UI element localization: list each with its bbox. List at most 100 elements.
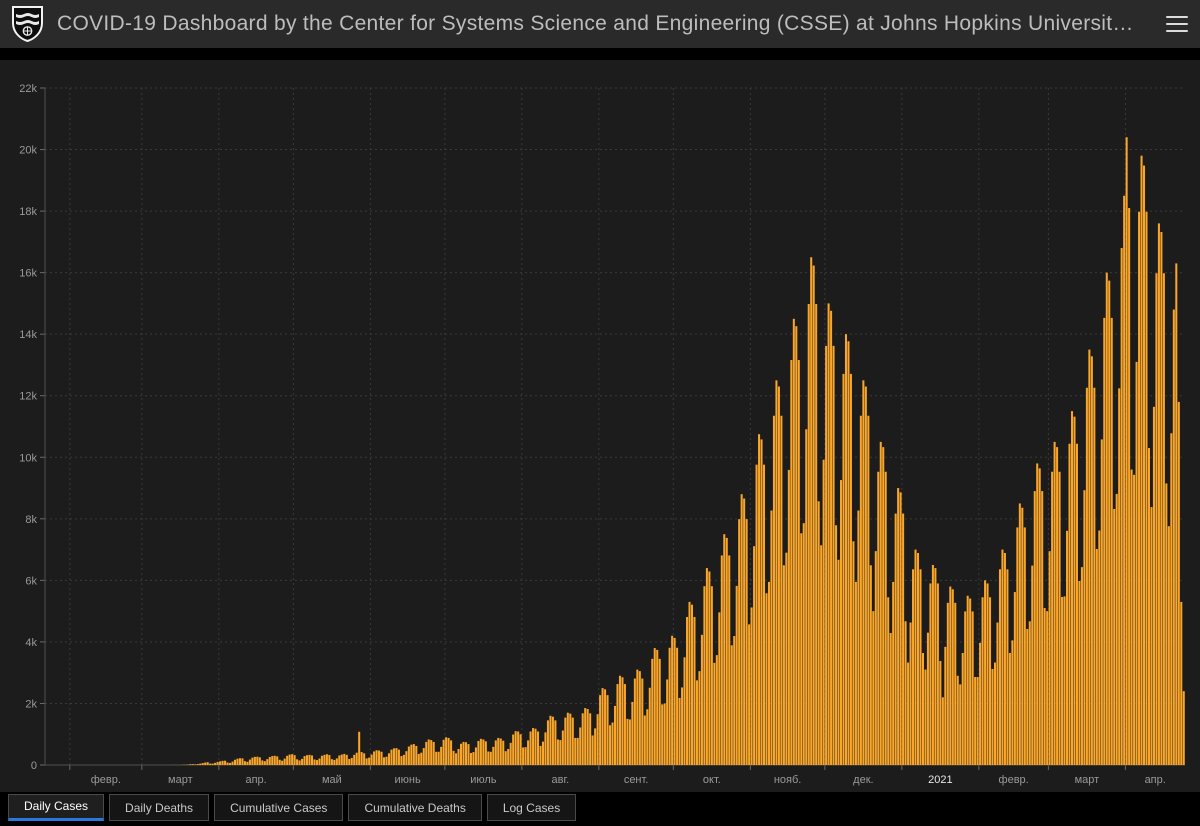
bar[interactable] <box>1016 527 1019 765</box>
bar[interactable] <box>564 717 567 765</box>
bar[interactable] <box>1041 491 1044 765</box>
bar[interactable] <box>1098 530 1101 765</box>
bar[interactable] <box>700 634 703 765</box>
bar[interactable] <box>787 469 790 765</box>
bar[interactable] <box>1085 387 1088 765</box>
hamburger-menu-icon[interactable] <box>1166 16 1188 32</box>
bar[interactable] <box>636 669 639 765</box>
bar[interactable] <box>998 569 1001 765</box>
bar[interactable] <box>360 752 363 765</box>
bar[interactable] <box>1075 443 1078 765</box>
bar[interactable] <box>847 341 850 765</box>
bar[interactable] <box>474 747 477 765</box>
bar[interactable] <box>378 750 381 765</box>
bar[interactable] <box>315 760 318 765</box>
bar[interactable] <box>209 763 212 765</box>
bar[interactable] <box>698 671 701 765</box>
bar[interactable] <box>966 595 969 765</box>
bar[interactable] <box>206 762 209 765</box>
bar[interactable] <box>303 756 306 765</box>
bar[interactable] <box>733 636 736 765</box>
bar[interactable] <box>539 745 542 765</box>
bar[interactable] <box>430 740 433 765</box>
bar[interactable] <box>306 755 309 765</box>
bar[interactable] <box>832 345 835 765</box>
bar[interactable] <box>1145 211 1148 765</box>
bar[interactable] <box>956 675 959 765</box>
bar[interactable] <box>1043 608 1046 765</box>
bar[interactable] <box>477 741 480 765</box>
bar[interactable] <box>656 649 659 765</box>
bar[interactable] <box>457 749 460 765</box>
bar[interactable] <box>877 471 880 765</box>
bar[interactable] <box>375 750 378 765</box>
bar[interactable] <box>1013 592 1016 765</box>
bar[interactable] <box>340 754 343 765</box>
bar[interactable] <box>499 738 502 765</box>
bar[interactable] <box>1093 387 1096 765</box>
bar[interactable] <box>730 645 733 765</box>
bar[interactable] <box>688 601 691 765</box>
bar[interactable] <box>462 741 465 765</box>
bar[interactable] <box>658 658 661 765</box>
bar[interactable] <box>450 740 453 765</box>
bar[interactable] <box>273 755 276 765</box>
bar[interactable] <box>504 751 507 765</box>
bar[interactable] <box>673 637 676 765</box>
bar[interactable] <box>405 751 408 765</box>
bar[interactable] <box>524 747 527 765</box>
bar[interactable] <box>964 611 967 765</box>
bar[interactable] <box>852 541 855 765</box>
bar[interactable] <box>1078 580 1081 765</box>
bar[interactable] <box>596 714 599 765</box>
bar[interactable] <box>390 749 393 765</box>
bar[interactable] <box>767 581 771 765</box>
bar[interactable] <box>1068 443 1071 765</box>
bar[interactable] <box>984 580 987 765</box>
bar[interactable] <box>919 569 922 765</box>
bar[interactable] <box>345 754 348 765</box>
bar[interactable] <box>1063 596 1066 765</box>
bar[interactable] <box>1110 317 1113 765</box>
bar[interactable] <box>298 760 301 765</box>
bar[interactable] <box>318 758 321 765</box>
bar[interactable] <box>921 652 924 765</box>
bar[interactable] <box>961 652 964 765</box>
bar[interactable] <box>1167 526 1170 765</box>
bar[interactable] <box>330 759 333 765</box>
bar[interactable] <box>1095 548 1098 765</box>
bar[interactable] <box>216 761 219 765</box>
bar[interactable] <box>594 728 597 765</box>
bar[interactable] <box>1133 474 1136 765</box>
bar[interactable] <box>820 545 823 765</box>
bar[interactable] <box>1157 223 1160 765</box>
bar[interactable] <box>338 755 341 765</box>
bar[interactable] <box>857 510 860 765</box>
bar[interactable] <box>276 756 279 765</box>
bar[interactable] <box>507 749 510 765</box>
bar[interactable] <box>1073 416 1076 765</box>
bar[interactable] <box>715 655 718 765</box>
bar[interactable] <box>817 501 820 765</box>
bar[interactable] <box>686 616 689 765</box>
bar[interactable] <box>328 755 331 765</box>
bar[interactable] <box>770 510 773 765</box>
bar[interactable] <box>854 581 857 765</box>
bar[interactable] <box>1090 356 1093 765</box>
bar[interactable] <box>1018 503 1021 765</box>
bar[interactable] <box>785 552 788 765</box>
bar[interactable] <box>536 731 540 765</box>
bar[interactable] <box>589 713 592 765</box>
bar[interactable] <box>459 743 463 765</box>
bar[interactable] <box>417 753 420 765</box>
bar[interactable] <box>981 597 984 765</box>
bar[interactable] <box>1108 280 1111 765</box>
bar[interactable] <box>705 568 708 765</box>
bar[interactable] <box>380 751 383 765</box>
bar[interactable] <box>487 751 490 765</box>
bar[interactable] <box>1036 463 1039 765</box>
bar[interactable] <box>621 677 624 765</box>
bar[interactable] <box>546 720 549 765</box>
bar[interactable] <box>1083 490 1086 765</box>
bar[interactable] <box>497 737 500 765</box>
